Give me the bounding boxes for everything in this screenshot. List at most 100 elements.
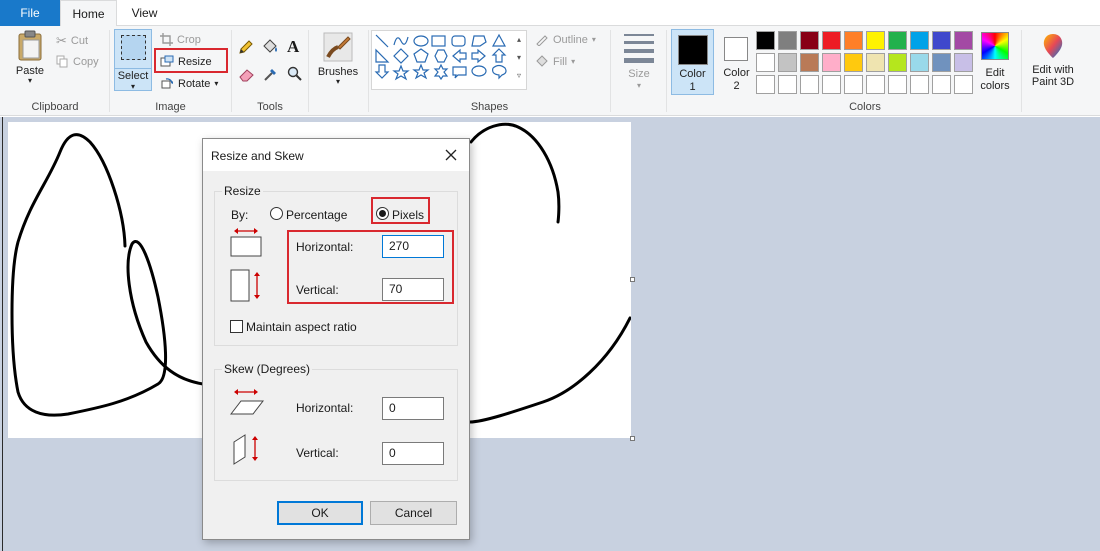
palette-swatch[interactable] (778, 53, 797, 72)
hexagon-shape-icon (434, 49, 448, 63)
resize-legend: Resize (222, 184, 263, 198)
palette-swatch[interactable] (778, 75, 797, 94)
paste-button[interactable]: Paste ▾ (10, 30, 50, 92)
brushes-button[interactable]: Brushes ▾ (315, 31, 361, 93)
canvas-resize-handle-corner[interactable] (630, 436, 635, 441)
diamond-shape-icon (393, 48, 409, 64)
select-label: Select (115, 68, 151, 82)
palette-swatch[interactable] (822, 31, 841, 50)
pencil-icon[interactable] (238, 39, 254, 55)
size-line-icon (624, 34, 654, 36)
edit-colors-button[interactable]: Edit colors (973, 31, 1017, 95)
palette-swatch[interactable] (866, 75, 885, 94)
cloud-callout-shape-icon (492, 64, 507, 80)
palette-swatch[interactable] (954, 53, 973, 72)
outline-label: Outline (553, 33, 588, 46)
close-icon[interactable] (441, 145, 461, 165)
tab-home[interactable]: Home (60, 0, 117, 27)
fill-button[interactable]: Fill ▾ (535, 55, 575, 68)
eraser-icon[interactable] (238, 66, 256, 82)
palette-swatch[interactable] (822, 53, 841, 72)
brushes-group: Brushes ▾ (309, 26, 367, 116)
palette-swatch[interactable] (756, 53, 775, 72)
size-line-icon (624, 49, 654, 53)
palette-swatch[interactable] (954, 31, 973, 50)
palette-swatch[interactable] (822, 75, 841, 94)
ok-button[interactable]: OK (277, 501, 363, 525)
palette-swatch[interactable] (888, 31, 907, 50)
palette-swatch[interactable] (910, 75, 929, 94)
outline-button[interactable]: Outline ▾ (535, 33, 596, 46)
palette-swatch[interactable] (932, 53, 951, 72)
cut-button[interactable]: ✂ Cut (56, 33, 88, 49)
six-point-star-shape-icon (433, 63, 449, 81)
rotate-button[interactable]: Rotate ▾ (160, 77, 218, 90)
palette-swatch[interactable] (932, 31, 951, 50)
dialog-title-bar: Resize and Skew (203, 139, 469, 171)
color2-number: 2 (733, 80, 740, 92)
color-picker-icon[interactable] (263, 66, 279, 82)
palette-swatch[interactable] (800, 31, 819, 50)
magnifier-icon[interactable] (287, 66, 303, 82)
palette-swatch[interactable] (866, 31, 885, 50)
palette-swatch[interactable] (778, 31, 797, 50)
fill-icon (536, 55, 548, 67)
resize-button-highlight (154, 48, 228, 73)
select-button[interactable]: Select ▾ (114, 29, 152, 91)
palette-swatch[interactable] (844, 53, 863, 72)
color1-number: 1 (689, 81, 696, 93)
cancel-button[interactable]: Cancel (370, 501, 457, 525)
skew-vertical-input[interactable]: 0 (382, 442, 444, 465)
horizontal-resize-icon (230, 228, 262, 257)
shapes-scroll-icons[interactable]: ▴ ▾ ▿ (517, 31, 521, 85)
edit-with-paint3d-button[interactable]: Edit with Paint 3D (1026, 31, 1080, 97)
paste-dropdown-arrow-icon: ▾ (27, 76, 32, 85)
size-line-icon (624, 58, 654, 63)
palette-swatch[interactable] (800, 75, 819, 94)
text-tool-icon[interactable]: A (287, 37, 299, 57)
shapes-gallery[interactable] (371, 30, 527, 90)
fill-dropdown-arrow-icon: ▾ (571, 57, 576, 66)
palette-swatch[interactable] (844, 75, 863, 94)
dialog-title: Resize and Skew (211, 149, 304, 163)
skew-horizontal-input[interactable]: 0 (382, 397, 444, 420)
select-icon (121, 35, 146, 60)
copy-icon (56, 55, 68, 68)
palette-swatch[interactable] (910, 31, 929, 50)
color-palette (756, 31, 974, 95)
percentage-radio[interactable] (270, 207, 283, 220)
crop-label: Crop (177, 33, 201, 46)
curve-shape-icon (393, 36, 409, 46)
palette-swatch[interactable] (756, 75, 775, 94)
color1-button[interactable]: Color 1 (671, 29, 714, 95)
crop-button[interactable]: Crop (160, 33, 201, 46)
canvas-resize-handle-right[interactable] (630, 277, 635, 282)
palette-swatch[interactable] (844, 31, 863, 50)
oval-shape-icon (413, 35, 429, 47)
palette-swatch[interactable] (910, 53, 929, 72)
size-button[interactable]: Size ▾ (616, 31, 662, 95)
palette-swatch[interactable] (888, 75, 907, 94)
right-triangle-shape-icon (375, 48, 390, 63)
ribbon-tab-bar: File Home View (0, 0, 1100, 27)
palette-swatch[interactable] (800, 53, 819, 72)
separator (1021, 30, 1022, 112)
palette-swatch[interactable] (954, 75, 973, 94)
color2-button[interactable]: Color 2 (715, 29, 758, 95)
brush-icon (323, 32, 353, 62)
tab-view[interactable]: View (117, 0, 172, 26)
rounded-rectangle-shape-icon (451, 35, 466, 47)
palette-swatch[interactable] (866, 53, 885, 72)
rounded-callout-shape-icon (452, 66, 467, 79)
skew-vertical-label: Vertical: (296, 446, 339, 460)
colors-group-label: Colors (849, 101, 881, 113)
palette-swatch[interactable] (756, 31, 775, 50)
tab-file[interactable]: File (0, 0, 60, 26)
image-group-label: Image (155, 101, 186, 113)
fill-bucket-icon[interactable] (261, 39, 279, 55)
maintain-aspect-ratio-checkbox[interactable] (230, 320, 243, 333)
rotate-icon (161, 78, 173, 89)
palette-swatch[interactable] (932, 75, 951, 94)
palette-swatch[interactable] (888, 53, 907, 72)
copy-button[interactable]: Copy (56, 55, 99, 68)
